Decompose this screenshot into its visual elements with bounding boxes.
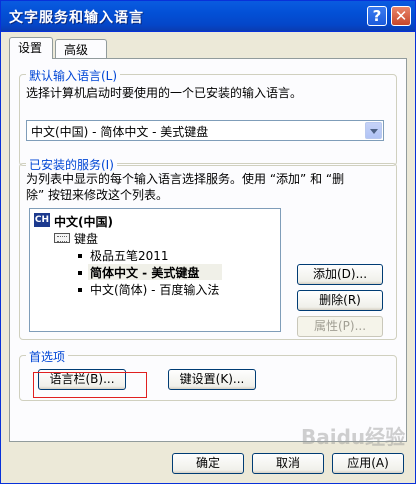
installed-services-description-line1: 为列表中显示的每个输入语言选择服务。使用 “添加” 和 “删: [26, 172, 345, 186]
cancel-button[interactable]: 取消: [252, 453, 324, 474]
key-settings-button[interactable]: 键设置(K)...: [168, 369, 256, 390]
installed-services-group: 已安装的服务(I) 为列表中显示的每个输入语言选择服务。使用 “添加” 和 “删…: [19, 156, 397, 340]
tree-item-wubi[interactable]: 极品五笔2011: [90, 247, 169, 264]
installed-services-description-line2: 除” 按钮来修改这个列表。: [26, 188, 169, 202]
bullet-icon: [78, 271, 82, 275]
services-tree[interactable]: CH 中文(中国) 键盘 极品五笔2011 简体中文 - 美式键盘 中文(简体)…: [29, 208, 281, 332]
tree-item-us-keyboard[interactable]: 简体中文 - 美式键盘: [90, 264, 199, 281]
keyboard-icon: [54, 233, 70, 243]
default-language-value: 中文(中国) - 简体中文 - 美式键盘: [31, 125, 209, 139]
language-icon: CH: [34, 213, 50, 227]
default-language-description: 选择计算机启动时要使用的一个已安装的输入语言。: [26, 86, 303, 100]
default-language-legend: 默认输入语言(L): [26, 67, 121, 84]
properties-button[interactable]: 属性(P)...: [297, 316, 383, 337]
remove-button[interactable]: 删除(R): [297, 290, 383, 311]
tab-advanced[interactable]: 高级: [55, 39, 107, 59]
bullet-icon: [78, 288, 82, 292]
tree-keyboard-node[interactable]: 键盘: [74, 230, 98, 247]
window-title: 文字服务和输入语言: [9, 10, 144, 26]
close-button[interactable]: ✕: [391, 6, 411, 26]
watermark: Baidu经验: [301, 425, 406, 449]
tree-language-node[interactable]: 中文(中国): [54, 213, 113, 230]
add-button[interactable]: 添加(D)...: [297, 264, 383, 285]
default-language-group: 默认输入语言(L) 选择计算机启动时要使用的一个已安装的输入语言。 中文(中国)…: [19, 67, 397, 166]
tree-item-baidu[interactable]: 中文(简体) - 百度输入法: [90, 281, 219, 298]
preferences-legend: 首选项: [26, 348, 69, 365]
tab-settings[interactable]: 设置: [9, 37, 53, 59]
red-highlight-box: [33, 372, 147, 398]
bullet-icon: [78, 254, 82, 258]
ok-button[interactable]: 确定: [172, 453, 244, 474]
chevron-down-icon[interactable]: [365, 122, 382, 139]
default-language-select[interactable]: 中文(中国) - 简体中文 - 美式键盘: [26, 120, 384, 141]
title-bar[interactable]: 文字服务和输入语言 ? ✕: [1, 1, 415, 32]
help-button[interactable]: ?: [367, 6, 387, 26]
dialog-window: 文字服务和输入语言 ? ✕ 设置 高级 默认输入语言(L) 选择计算机启动时要使…: [0, 0, 416, 484]
apply-button[interactable]: 应用(A): [332, 453, 404, 474]
